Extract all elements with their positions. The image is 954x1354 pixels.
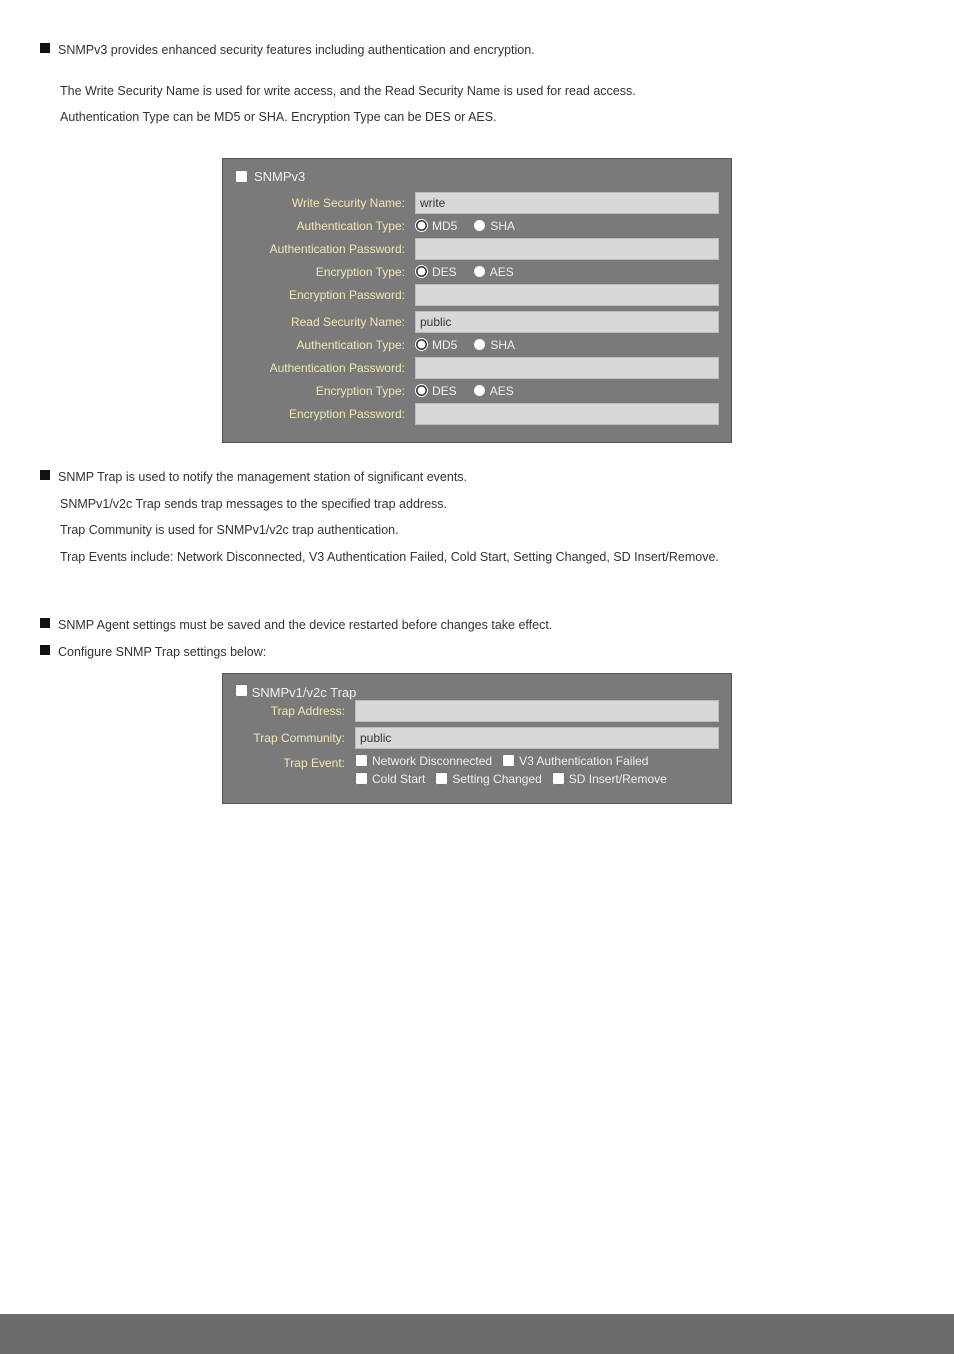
section1-p2: The Write Security Name is used for writ… [60, 81, 914, 102]
read-enc-password-row: Encryption Password: [235, 403, 719, 425]
write-security-name-input[interactable] [415, 192, 719, 214]
read-security-name-label: Read Security Name: [235, 315, 415, 329]
read-auth-password-label: Authentication Password: [235, 361, 415, 375]
trap-event-label: Trap Event: [235, 756, 355, 770]
trap-cold-start-item[interactable]: Cold Start [355, 772, 425, 786]
trap-events-row2: Cold Start Setting Changed SD Insert/Rem… [355, 772, 667, 786]
section2-text: SNMP Trap is used to notify the manageme… [58, 467, 467, 488]
snmpv3-config-box: SNMPv3 Write Security Name: Authenticati… [222, 158, 732, 443]
trap-net-disc-item[interactable]: Network Disconnected [355, 754, 492, 768]
read-auth-sha-radio[interactable] [473, 338, 486, 351]
read-auth-type-row: Authentication Type: MD5 SHA [235, 338, 719, 352]
read-auth-md5-item[interactable]: MD5 [415, 338, 457, 352]
trap-event-options: Network Disconnected V3 Authentication F… [355, 754, 667, 786]
section3-text: SNMP Agent settings must be saved and th… [58, 615, 552, 636]
trap-net-disc-label: Network Disconnected [372, 754, 492, 768]
read-enc-type-label: Encryption Type: [235, 384, 415, 398]
write-enc-password-input[interactable] [415, 284, 719, 306]
read-security-name-row: Read Security Name: [235, 311, 719, 333]
trap-setting-changed-label: Setting Changed [452, 772, 541, 786]
section1-bullet [40, 43, 50, 53]
trap-config-box: SNMPv1/v2c Trap Trap Address: Trap Commu… [222, 673, 732, 804]
write-auth-password-label: Authentication Password: [235, 242, 415, 256]
write-enc-type-group: DES AES [415, 265, 514, 279]
trap-sd-insert-checkbox[interactable] [552, 772, 565, 785]
section2-p4: Trap Events include: Network Disconnecte… [60, 547, 914, 568]
read-auth-type-label: Authentication Type: [235, 338, 415, 352]
read-enc-password-input[interactable] [415, 403, 719, 425]
trap-sd-insert-item[interactable]: SD Insert/Remove [552, 772, 667, 786]
section2-p2: SNMPv1/v2c Trap sends trap messages to t… [60, 494, 914, 515]
read-enc-aes-radio[interactable] [473, 384, 486, 397]
trap-cold-start-label: Cold Start [372, 772, 425, 786]
trap-address-input[interactable] [355, 700, 719, 722]
write-enc-type-row: Encryption Type: DES AES [235, 265, 719, 279]
trap-v3-auth-item[interactable]: V3 Authentication Failed [502, 754, 648, 768]
trap-events-row1: Network Disconnected V3 Authentication F… [355, 754, 667, 768]
write-auth-password-input[interactable] [415, 238, 719, 260]
write-auth-sha-radio[interactable] [473, 219, 486, 232]
section2-block: SNMP Trap is used to notify the manageme… [40, 467, 914, 488]
read-enc-des-radio[interactable] [415, 384, 428, 397]
read-auth-password-input[interactable] [415, 357, 719, 379]
write-enc-des-radio[interactable] [415, 265, 428, 278]
write-enc-type-label: Encryption Type: [235, 265, 415, 279]
write-enc-password-row: Encryption Password: [235, 284, 719, 306]
trap-community-row: Trap Community: [235, 727, 719, 749]
read-enc-password-label: Encryption Password: [235, 407, 415, 421]
trap-community-input[interactable] [355, 727, 719, 749]
write-enc-password-label: Encryption Password: [235, 288, 415, 302]
read-enc-des-item[interactable]: DES [415, 384, 457, 398]
write-enc-des-item[interactable]: DES [415, 265, 457, 279]
section3-bullet [40, 618, 50, 628]
write-enc-aes-radio[interactable] [473, 265, 486, 278]
snmpv3-header: SNMPv3 [235, 169, 719, 184]
trap-label[interactable]: SNMPv1/v2c Trap [252, 685, 357, 700]
write-auth-md5-radio[interactable] [415, 219, 428, 232]
read-auth-md5-radio[interactable] [415, 338, 428, 351]
read-security-name-input[interactable] [415, 311, 719, 333]
page-footer [0, 1314, 954, 1354]
write-auth-type-row: Authentication Type: MD5 SHA [235, 219, 719, 233]
read-enc-type-group: DES AES [415, 384, 514, 398]
section3-block: SNMP Agent settings must be saved and th… [40, 615, 914, 636]
section1-p3: Authentication Type can be MD5 or SHA. E… [60, 107, 914, 128]
section1-text: SNMPv3 provides enhanced security featur… [58, 40, 535, 61]
read-auth-sha-item[interactable]: SHA [473, 338, 515, 352]
section1-block: SNMPv3 provides enhanced security featur… [40, 40, 914, 61]
read-enc-aes-item[interactable]: AES [473, 384, 514, 398]
write-auth-type-label: Authentication Type: [235, 219, 415, 233]
trap-community-label: Trap Community: [235, 731, 355, 745]
snmpv3-label[interactable]: SNMPv3 [254, 169, 305, 184]
trap-address-label: Trap Address: [235, 704, 355, 718]
write-enc-aes-item[interactable]: AES [473, 265, 514, 279]
write-auth-password-row: Authentication Password: [235, 238, 719, 260]
trap-cold-start-checkbox[interactable] [355, 772, 368, 785]
snmpv3-checkbox[interactable] [235, 170, 248, 183]
section4-block: Configure SNMP Trap settings below: [40, 642, 914, 663]
write-security-name-row: Write Security Name: [235, 192, 719, 214]
trap-net-disc-checkbox[interactable] [355, 754, 368, 767]
section2-bullet [40, 470, 50, 480]
trap-v3-auth-label: V3 Authentication Failed [519, 754, 648, 768]
page-content: SNMPv3 provides enhanced security featur… [0, 0, 954, 894]
trap-header: SNMPv1/v2c Trap [235, 684, 719, 700]
trap-sd-insert-label: SD Insert/Remove [569, 772, 667, 786]
write-auth-sha-item[interactable]: SHA [473, 219, 515, 233]
write-auth-type-group: MD5 SHA [415, 219, 515, 233]
section4-text: Configure SNMP Trap settings below: [58, 642, 266, 663]
trap-event-row: Trap Event: Network Disconnected V3 Auth… [235, 754, 719, 786]
read-auth-password-row: Authentication Password: [235, 357, 719, 379]
trap-setting-changed-checkbox[interactable] [435, 772, 448, 785]
read-enc-type-row: Encryption Type: DES AES [235, 384, 719, 398]
trap-address-row: Trap Address: [235, 700, 719, 722]
trap-setting-changed-item[interactable]: Setting Changed [435, 772, 541, 786]
write-auth-md5-item[interactable]: MD5 [415, 219, 457, 233]
section4-bullet [40, 645, 50, 655]
read-auth-type-group: MD5 SHA [415, 338, 515, 352]
trap-checkbox[interactable] [235, 684, 248, 697]
write-security-name-label: Write Security Name: [235, 196, 415, 210]
section2-p3: Trap Community is used for SNMPv1/v2c tr… [60, 520, 914, 541]
trap-v3-auth-checkbox[interactable] [502, 754, 515, 767]
